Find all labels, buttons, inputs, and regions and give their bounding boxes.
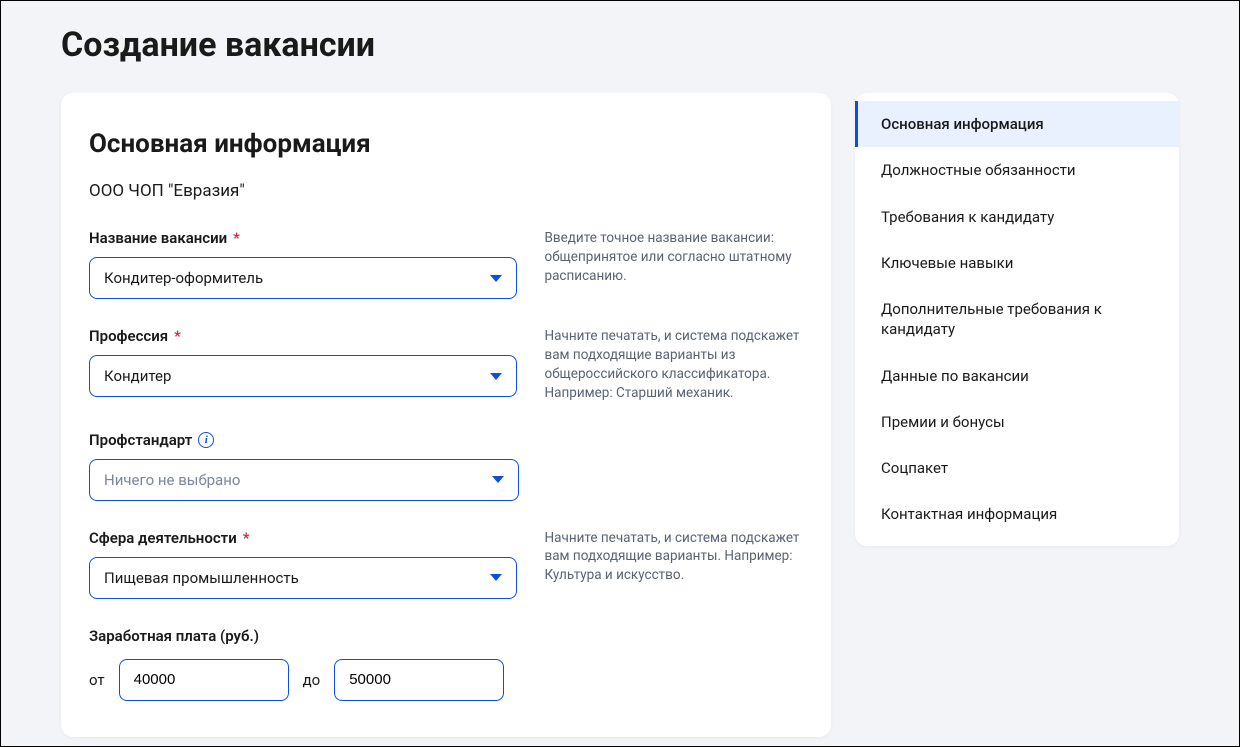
main-form-card: Основная информация ООО ЧОП "Евразия" На… [61,93,831,737]
label-profession: Профессия * [89,327,517,345]
field-row-sphere: Сфера деятельности * Пищевая промышленно… [89,529,803,599]
sidebar-item-contacts[interactable]: Контактная информация [855,491,1179,537]
salary-to-prefix: до [303,671,321,689]
section-title: Основная информация [89,129,803,159]
sidebar-item-additional-req[interactable]: Дополнительные требования к кандидату [855,286,1179,353]
sidebar-item-vacancy-data[interactable]: Данные по вакансии [855,353,1179,399]
chevron-down-icon [490,373,502,380]
company-name: ООО ЧОП "Евразия" [89,181,803,201]
profstandard-select[interactable]: Ничего не выбрано [89,459,519,501]
required-mark: * [233,229,240,247]
field-row-profstandard: Профстандарт i Ничего не выбрано [89,431,803,501]
chevron-down-icon [490,275,502,282]
hint-profession: Начните печатать, и система подскажет ва… [545,327,804,403]
hint-sphere: Начните печатать, и система подскажет ва… [545,529,804,586]
field-row-job-title: Название вакансии * Кондитер-оформитель … [89,229,803,299]
info-icon[interactable]: i [198,432,214,448]
profstandard-placeholder: Ничего не выбрано [104,471,240,489]
field-salary: Заработная плата (руб.) от до [89,627,803,701]
page-title: Создание вакансии [1,1,1239,93]
sphere-select[interactable]: Пищевая промышленность [89,557,517,599]
salary-from-prefix: от [89,671,105,689]
required-mark: * [174,327,181,345]
job-title-value: Кондитер-оформитель [104,269,263,287]
sidebar-item-social[interactable]: Соцпакет [855,445,1179,491]
label-salary: Заработная плата (руб.) [89,627,803,645]
salary-from-input[interactable] [119,659,289,701]
sidebar-item-duties[interactable]: Должностные обязанности [855,147,1179,193]
profession-value: Кондитер [104,367,171,385]
hint-job-title: Введите точное название вакансии: общепр… [545,229,804,286]
profession-select[interactable]: Кондитер [89,355,517,397]
sidebar-nav: Основная информация Должностные обязанно… [855,93,1179,546]
sidebar-item-bonuses[interactable]: Премии и бонусы [855,399,1179,445]
label-sphere: Сфера деятельности * [89,529,517,547]
sidebar-item-requirements[interactable]: Требования к кандидату [855,194,1179,240]
job-title-select[interactable]: Кондитер-оформитель [89,257,517,299]
field-row-profession: Профессия * Кондитер Начните печатать, и… [89,327,803,403]
sidebar-item-basic-info[interactable]: Основная информация [855,101,1179,147]
chevron-down-icon [492,476,504,483]
sidebar-item-skills[interactable]: Ключевые навыки [855,240,1179,286]
label-profstandard: Профстандарт i [89,431,519,449]
salary-to-input[interactable] [334,659,504,701]
chevron-down-icon [490,574,502,581]
sphere-value: Пищевая промышленность [104,569,299,587]
required-mark: * [243,529,250,547]
label-job-title: Название вакансии * [89,229,517,247]
